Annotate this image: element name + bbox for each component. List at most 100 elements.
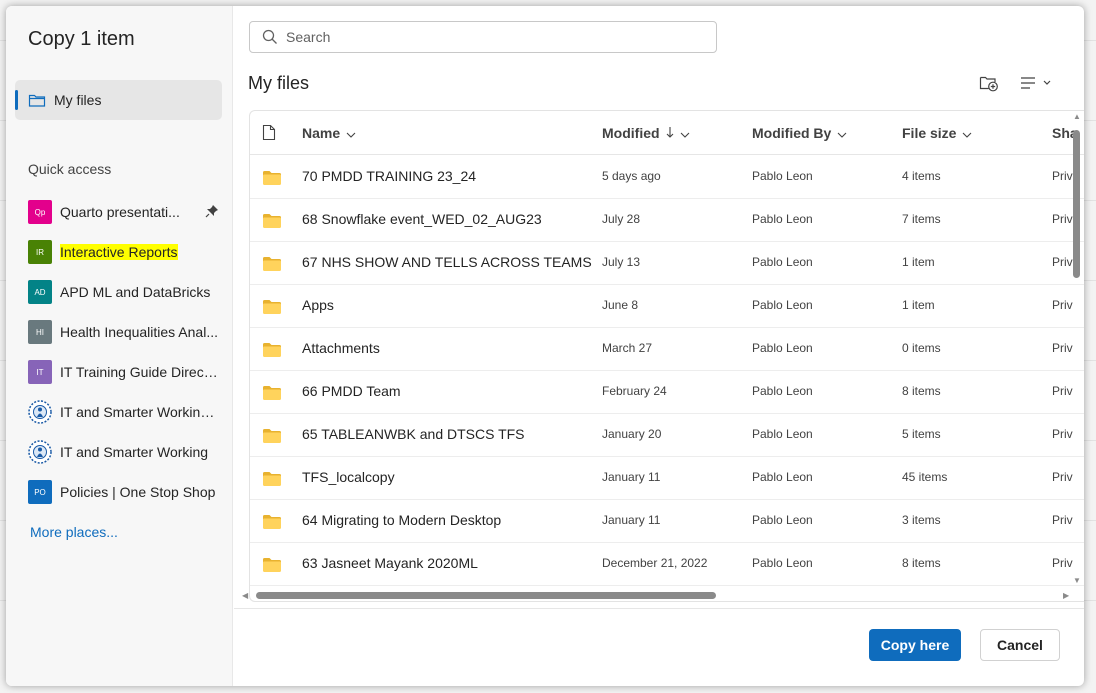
quick-access-item[interactable]: Qp Quarto presentati... xyxy=(28,196,223,228)
quick-access-item[interactable]: IT IT Training Guide Direct... xyxy=(28,356,223,388)
new-folder-icon xyxy=(979,76,999,96)
cell-modified: 5 days ago xyxy=(602,169,661,183)
column-header-file-size[interactable]: File size xyxy=(902,125,972,141)
column-header-modified-by[interactable]: Modified By xyxy=(752,125,847,141)
nhs-logo-icon xyxy=(28,440,52,464)
cell-name: 65 TABLEANWBK and DTSCS TFS xyxy=(302,426,525,442)
navigation-pane: Copy 1 item My files Quick access Qp Quar… xyxy=(6,6,233,686)
quick-access-item[interactable]: HI Health Inequalities Anal... xyxy=(28,316,223,348)
copy-dialog: Copy 1 item My files Quick access Qp Quar… xyxy=(6,6,1084,686)
cell-modified: February 24 xyxy=(602,384,667,398)
table-row[interactable]: Apps June 8 Pablo Leon 1 item Priv xyxy=(250,285,1084,328)
cell-name: 67 NHS SHOW AND TELLS ACROSS TEAMS xyxy=(302,254,592,270)
site-badge: HI xyxy=(28,320,52,344)
cell-name: 70 PMDD TRAINING 23_24 xyxy=(302,168,477,184)
cell-modified-by: Pablo Leon xyxy=(752,169,813,183)
cell-file-size: 45 items xyxy=(902,470,948,484)
scroll-up-icon[interactable]: ▲ xyxy=(1073,112,1081,121)
table-row[interactable]: TFS_localcopy January 11 Pablo Leon 45 item… xyxy=(250,457,1084,500)
more-places-link[interactable]: More places... xyxy=(30,524,118,540)
cell-file-size: 0 items xyxy=(902,341,941,355)
file-type-icon xyxy=(262,124,276,146)
column-header-label: Modified By xyxy=(752,125,832,141)
site-badge: IT xyxy=(28,360,52,384)
folder-icon xyxy=(262,385,282,406)
cell-file-size: 7 items xyxy=(902,212,941,226)
cell-modified: March 27 xyxy=(602,341,653,355)
search-box[interactable] xyxy=(249,21,717,53)
cell-modified-by: Pablo Leon xyxy=(752,255,813,269)
footer-divider xyxy=(234,608,1084,609)
scroll-right-icon[interactable]: ▶ xyxy=(1063,591,1069,600)
new-folder-button[interactable] xyxy=(979,74,1001,96)
cell-modified-by: Pablo Leon xyxy=(752,470,813,484)
cell-file-size: 1 item xyxy=(902,255,935,269)
dialog-title: Copy 1 item xyxy=(28,28,135,50)
column-header-name[interactable]: Name xyxy=(302,125,356,141)
file-table: Name Modified Modified By File size Sha … xyxy=(249,110,1084,602)
cell-modified: January 11 xyxy=(602,470,661,484)
quick-access-label: Policies | One Stop Shop xyxy=(60,484,216,500)
horizontal-scrollbar-thumb[interactable] xyxy=(256,592,716,599)
column-header-label: Modified xyxy=(602,125,660,141)
cell-name: TFS_localcopy xyxy=(302,469,395,485)
cell-file-size: 3 items xyxy=(902,513,941,527)
pin-icon[interactable] xyxy=(205,204,219,223)
column-header-modified[interactable]: Modified xyxy=(602,125,690,141)
search-input[interactable] xyxy=(286,26,706,48)
quick-access-label: Health Inequalities Anal... xyxy=(60,324,218,340)
cell-modified: January 11 xyxy=(602,513,661,527)
chevron-down-icon xyxy=(837,125,847,141)
table-row[interactable]: 66 PMDD Team February 24 Pablo Leon 8 items… xyxy=(250,371,1084,414)
folder-icon xyxy=(262,170,282,191)
table-row[interactable]: 70 PMDD TRAINING 23_24 5 days ago Pablo Le… xyxy=(250,156,1084,199)
table-row[interactable]: 64 Migrating to Modern Desktop January 11… xyxy=(250,500,1084,543)
cell-modified: December 21, 2022 xyxy=(602,556,708,570)
cell-modified-by: Pablo Leon xyxy=(752,341,813,355)
table-row[interactable]: 63 Jasneet Mayank 2020ML December 21, 202… xyxy=(250,543,1084,586)
cell-name: Attachments xyxy=(302,340,380,356)
nav-item-my-files[interactable]: My files xyxy=(15,80,222,120)
quick-access-label: APD ML and DataBricks xyxy=(60,284,211,300)
cell-modified-by: Pablo Leon xyxy=(752,298,813,312)
cell-name: Apps xyxy=(302,297,334,313)
folder-icon xyxy=(262,557,282,578)
quick-access-item[interactable]: IT and Smarter Working... xyxy=(28,396,223,428)
site-badge: IR xyxy=(28,240,52,264)
table-row[interactable]: 65 TABLEANWBK and DTSCS TFS January 20 Pab… xyxy=(250,414,1084,457)
folder-icon xyxy=(262,342,282,363)
cell-modified: June 8 xyxy=(602,298,639,312)
column-header-label: Name xyxy=(302,125,341,141)
quick-access-heading: Quick access xyxy=(28,161,112,177)
cancel-button[interactable]: Cancel xyxy=(980,629,1060,661)
cell-file-size: 5 items xyxy=(902,427,941,441)
table-row[interactable]: 67 NHS SHOW AND TELLS ACROSS TEAMS July 1… xyxy=(250,242,1084,285)
cell-name: 63 Jasneet Mayank 2020ML xyxy=(302,555,478,571)
page-title: My files xyxy=(248,73,310,93)
chevron-down-icon xyxy=(680,125,690,141)
cell-file-size: 4 items xyxy=(902,169,941,183)
cell-name: 66 PMDD Team xyxy=(302,383,401,399)
folder-icon xyxy=(262,213,282,234)
view-options-button[interactable] xyxy=(1019,74,1059,96)
table-row[interactable]: Attachments March 27 Pablo Leon 0 items Priv xyxy=(250,328,1084,371)
scroll-down-icon[interactable]: ▼ xyxy=(1073,576,1081,585)
folder-icon xyxy=(262,299,282,320)
quick-access-label: IT Training Guide Direct... xyxy=(60,364,218,380)
cell-modified-by: Pablo Leon xyxy=(752,513,813,527)
quick-access-item[interactable]: IR Interactive Reports xyxy=(28,236,223,268)
site-badge: AD xyxy=(28,280,52,304)
table-row[interactable]: 68 Snowflake event_WED_02_AUG23 July 28 Pa… xyxy=(250,199,1084,242)
selected-indicator xyxy=(15,90,18,110)
scroll-left-icon[interactable]: ◀ xyxy=(242,591,248,600)
quick-access-item[interactable]: IT and Smarter Working xyxy=(28,436,223,468)
vertical-scrollbar-thumb[interactable] xyxy=(1073,130,1080,278)
folder-icon xyxy=(262,428,282,449)
copy-here-button[interactable]: Copy here xyxy=(869,629,961,661)
quick-access-label: IT and Smarter Working... xyxy=(60,404,218,420)
highlighted-text: Interactive Reports xyxy=(60,244,178,260)
quick-access-item[interactable]: PO Policies | One Stop Shop xyxy=(28,476,223,508)
quick-access-label: Quarto presentati... xyxy=(60,204,180,220)
quick-access-item[interactable]: AD APD ML and DataBricks xyxy=(28,276,223,308)
cell-name: 64 Migrating to Modern Desktop xyxy=(302,512,502,528)
